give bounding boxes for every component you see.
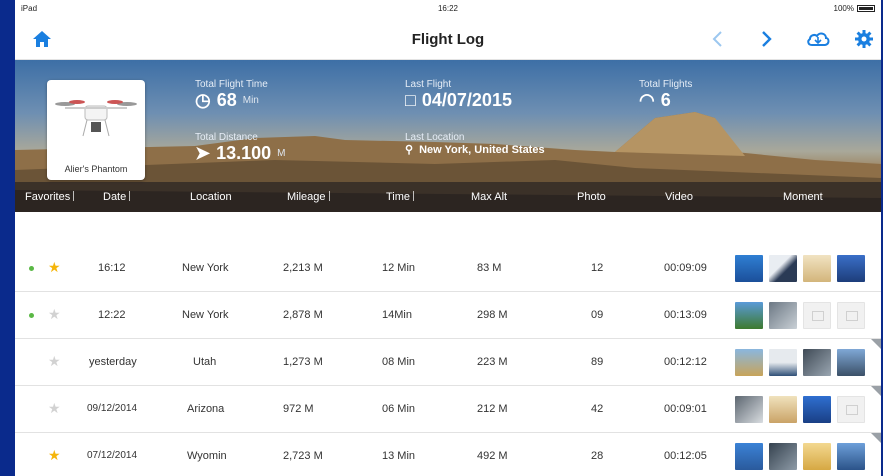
flight-table: ★ 16:12 New York 2,213 M 12 Min 83 M 12 … — [15, 245, 881, 476]
aircraft-name: Alier's Phantom — [64, 164, 128, 174]
aircraft-card[interactable]: Alier's Phantom — [47, 80, 145, 180]
column-mileage[interactable]: Mileage — [287, 191, 335, 203]
path-icon: ➤ — [195, 143, 211, 163]
table-row[interactable]: ★ yesterday Utah 1,273 M 08 Min 223 M 89… — [15, 339, 881, 386]
back-arrow-icon[interactable] — [707, 28, 729, 50]
moment-thumbnail[interactable] — [735, 349, 763, 376]
moment-thumbnail[interactable] — [837, 255, 865, 282]
table-row[interactable]: ★ 12:22 New York 2,878 M 14Min 298 M 09 … — [15, 292, 881, 339]
favorite-star-icon[interactable]: ★ — [48, 353, 61, 370]
total-flight-time: Total Flight Time ◷ 68 Min — [195, 79, 268, 110]
app-frame: iPad 16:22 100% Flight Log Alier's Phant… — [15, 0, 881, 476]
moment-thumbnail[interactable] — [803, 255, 831, 282]
status-bar: iPad 16:22 100% — [15, 0, 881, 18]
total-flights: Total Flights ◠ 6 — [639, 79, 693, 110]
battery-icon — [857, 5, 875, 12]
moment-thumbnail[interactable] — [735, 396, 763, 423]
sort-icon — [129, 191, 135, 201]
image-placeholder-icon — [803, 302, 831, 329]
moment-thumbnail[interactable] — [735, 302, 763, 329]
moment-thumbnail[interactable] — [803, 349, 831, 376]
status-dot — [29, 266, 34, 271]
moment-thumbnail[interactable] — [769, 302, 797, 329]
cloud-sync-icon[interactable] — [805, 28, 831, 50]
moment-thumbnail[interactable] — [735, 443, 763, 470]
column-video[interactable]: Video — [665, 191, 693, 203]
moment-thumbnail[interactable] — [769, 255, 797, 282]
clock: 16:22 — [437, 4, 459, 13]
table-row[interactable]: ★ 07/12/2014 Wyomin 2,723 M 13 Min 492 M… — [15, 433, 881, 476]
moment-thumbnail[interactable] — [769, 396, 797, 423]
sort-icon — [413, 191, 419, 201]
image-placeholder-icon — [837, 396, 865, 423]
calendar-icon: □ — [405, 90, 416, 110]
moment-thumbnail[interactable] — [735, 255, 763, 282]
location-pin-icon: ⚲ — [405, 144, 414, 156]
moment-thumbnail[interactable] — [769, 349, 797, 376]
sort-icon — [328, 191, 335, 201]
table-header: Favorites Date Location Mileage Time Max… — [15, 182, 881, 212]
image-placeholder-icon — [837, 302, 865, 329]
moment-thumbnail[interactable] — [803, 396, 831, 423]
column-max-alt[interactable]: Max Alt — [471, 191, 507, 203]
column-time[interactable]: Time — [386, 191, 419, 203]
moment-thumbnails — [735, 302, 865, 329]
moment-thumbnail[interactable] — [769, 443, 797, 470]
column-favorites[interactable]: Favorites — [25, 191, 79, 203]
column-photo[interactable]: Photo — [577, 191, 606, 203]
clock-icon: ◷ — [195, 90, 211, 110]
last-flight: Last Flight □ 04/07/2015 — [405, 79, 512, 110]
moment-thumbnails — [735, 349, 865, 376]
corner-flag-icon — [871, 339, 881, 349]
moment-thumbnails — [735, 396, 865, 423]
table-row[interactable]: ★ 16:12 New York 2,213 M 12 Min 83 M 12 … — [15, 245, 881, 292]
column-moment[interactable]: Moment — [783, 191, 823, 203]
drone-icon — [55, 100, 137, 137]
battery-percent: 100% — [833, 4, 854, 13]
status-dot — [29, 313, 34, 318]
favorite-star-icon[interactable]: ★ — [48, 306, 61, 323]
moment-thumbnails — [735, 255, 865, 282]
favorite-star-icon[interactable]: ★ — [48, 400, 61, 417]
favorite-star-icon[interactable]: ★ — [48, 259, 61, 276]
gauge-icon: ◠ — [639, 90, 655, 110]
column-location[interactable]: Location — [190, 191, 232, 203]
forward-arrow-icon[interactable] — [755, 28, 777, 50]
gear-icon[interactable] — [853, 28, 875, 50]
moment-thumbnail[interactable] — [837, 443, 865, 470]
table-row[interactable]: ★ 09/12/2014 Arizona 972 M 06 Min 212 M … — [15, 386, 881, 433]
last-location: Last Location ⚲ New York, United States — [405, 132, 545, 156]
corner-flag-icon — [871, 386, 881, 396]
sort-icon — [73, 191, 79, 201]
moment-thumbnail[interactable] — [837, 349, 865, 376]
nav-bar: Flight Log — [15, 18, 881, 60]
corner-flag-icon — [871, 433, 881, 443]
page-title: Flight Log — [411, 31, 485, 48]
summary-banner: Alier's Phantom Total Flight Time ◷ 68 M… — [15, 60, 881, 212]
moment-thumbnail[interactable] — [803, 443, 831, 470]
total-distance: Total Distance ➤ 13.100 M — [195, 132, 286, 163]
moment-thumbnails — [735, 443, 865, 470]
column-date[interactable]: Date — [103, 191, 135, 203]
favorite-star-icon[interactable]: ★ — [48, 447, 61, 464]
